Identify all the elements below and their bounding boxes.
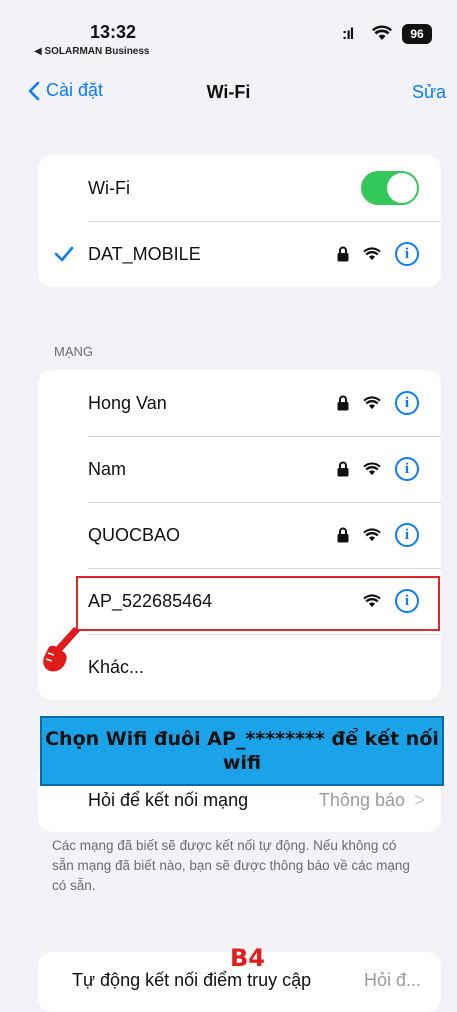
back-button[interactable]: Cài đặt (28, 80, 103, 101)
network-row[interactable]: QUOCBAO i (38, 502, 441, 568)
lock-icon (337, 246, 349, 262)
highlight-box (76, 576, 440, 631)
wifi-signal-icon (363, 247, 381, 261)
info-icon[interactable]: i (395, 523, 419, 547)
info-icon[interactable]: i (395, 242, 419, 266)
info-icon[interactable]: i (395, 391, 419, 415)
other-network-label: Khác... (88, 656, 145, 677)
connected-network-name: DAT_MOBILE (88, 243, 201, 264)
networks-section-label: MẠNG (54, 344, 93, 359)
instruction-callout: Chọn Wifi đuôi AP_******** để kết nối wi… (40, 716, 444, 786)
status-wifi-icon (372, 25, 392, 46)
info-icon[interactable]: i (395, 457, 419, 481)
network-name: Nam (88, 458, 127, 479)
lock-icon (337, 527, 349, 543)
wifi-toggle-row: Wi-Fi (38, 155, 441, 221)
lock-icon (337, 395, 349, 411)
back-to-app-link[interactable]: ◀ SOLARMAN Business (34, 46, 149, 57)
wifi-card: Wi-Fi DAT_MOBILE i (38, 155, 441, 287)
network-row[interactable]: Nam i (38, 436, 441, 502)
wifi-toggle[interactable] (361, 171, 419, 205)
network-name: Hong Van (88, 392, 167, 413)
ask-to-join-value: Thông báo (318, 790, 405, 810)
battery-icon: 96 (402, 24, 432, 44)
wifi-signal-icon (363, 528, 381, 542)
wifi-toggle-label: Wi-Fi (88, 177, 130, 198)
cellular-signal-icon: :ıl (342, 26, 354, 43)
footnote-text: Các mạng đã biết sẽ được kết nối tự động… (52, 838, 410, 893)
pointing-hand-icon (43, 627, 80, 672)
step-label: B4 (230, 944, 265, 972)
networks-card: Hong Van i Nam i QUOCBAO i AP_522685464 … (38, 370, 441, 700)
checkmark-icon (54, 246, 74, 262)
callout-text: Chọn Wifi đuôi AP_******** để kết nối wi… (45, 728, 439, 774)
wifi-signal-icon (363, 396, 381, 410)
edit-button[interactable]: Sửa (412, 82, 446, 103)
lock-icon (337, 461, 349, 477)
network-row[interactable]: Hong Van i (38, 370, 441, 436)
chevron-right-icon: > (414, 790, 425, 810)
wifi-signal-icon (363, 462, 381, 476)
connected-network-row[interactable]: DAT_MOBILE i (38, 221, 441, 287)
network-name: QUOCBAO (88, 524, 181, 545)
back-button-label: Cài đặt (46, 80, 104, 100)
battery-level: 96 (410, 27, 424, 41)
ask-to-join-label: Hỏi để kết nối mạng (88, 790, 249, 810)
other-network-row[interactable]: Khác... (38, 634, 441, 700)
status-time: 13:32 (90, 22, 137, 42)
chevron-left-icon (28, 81, 40, 100)
